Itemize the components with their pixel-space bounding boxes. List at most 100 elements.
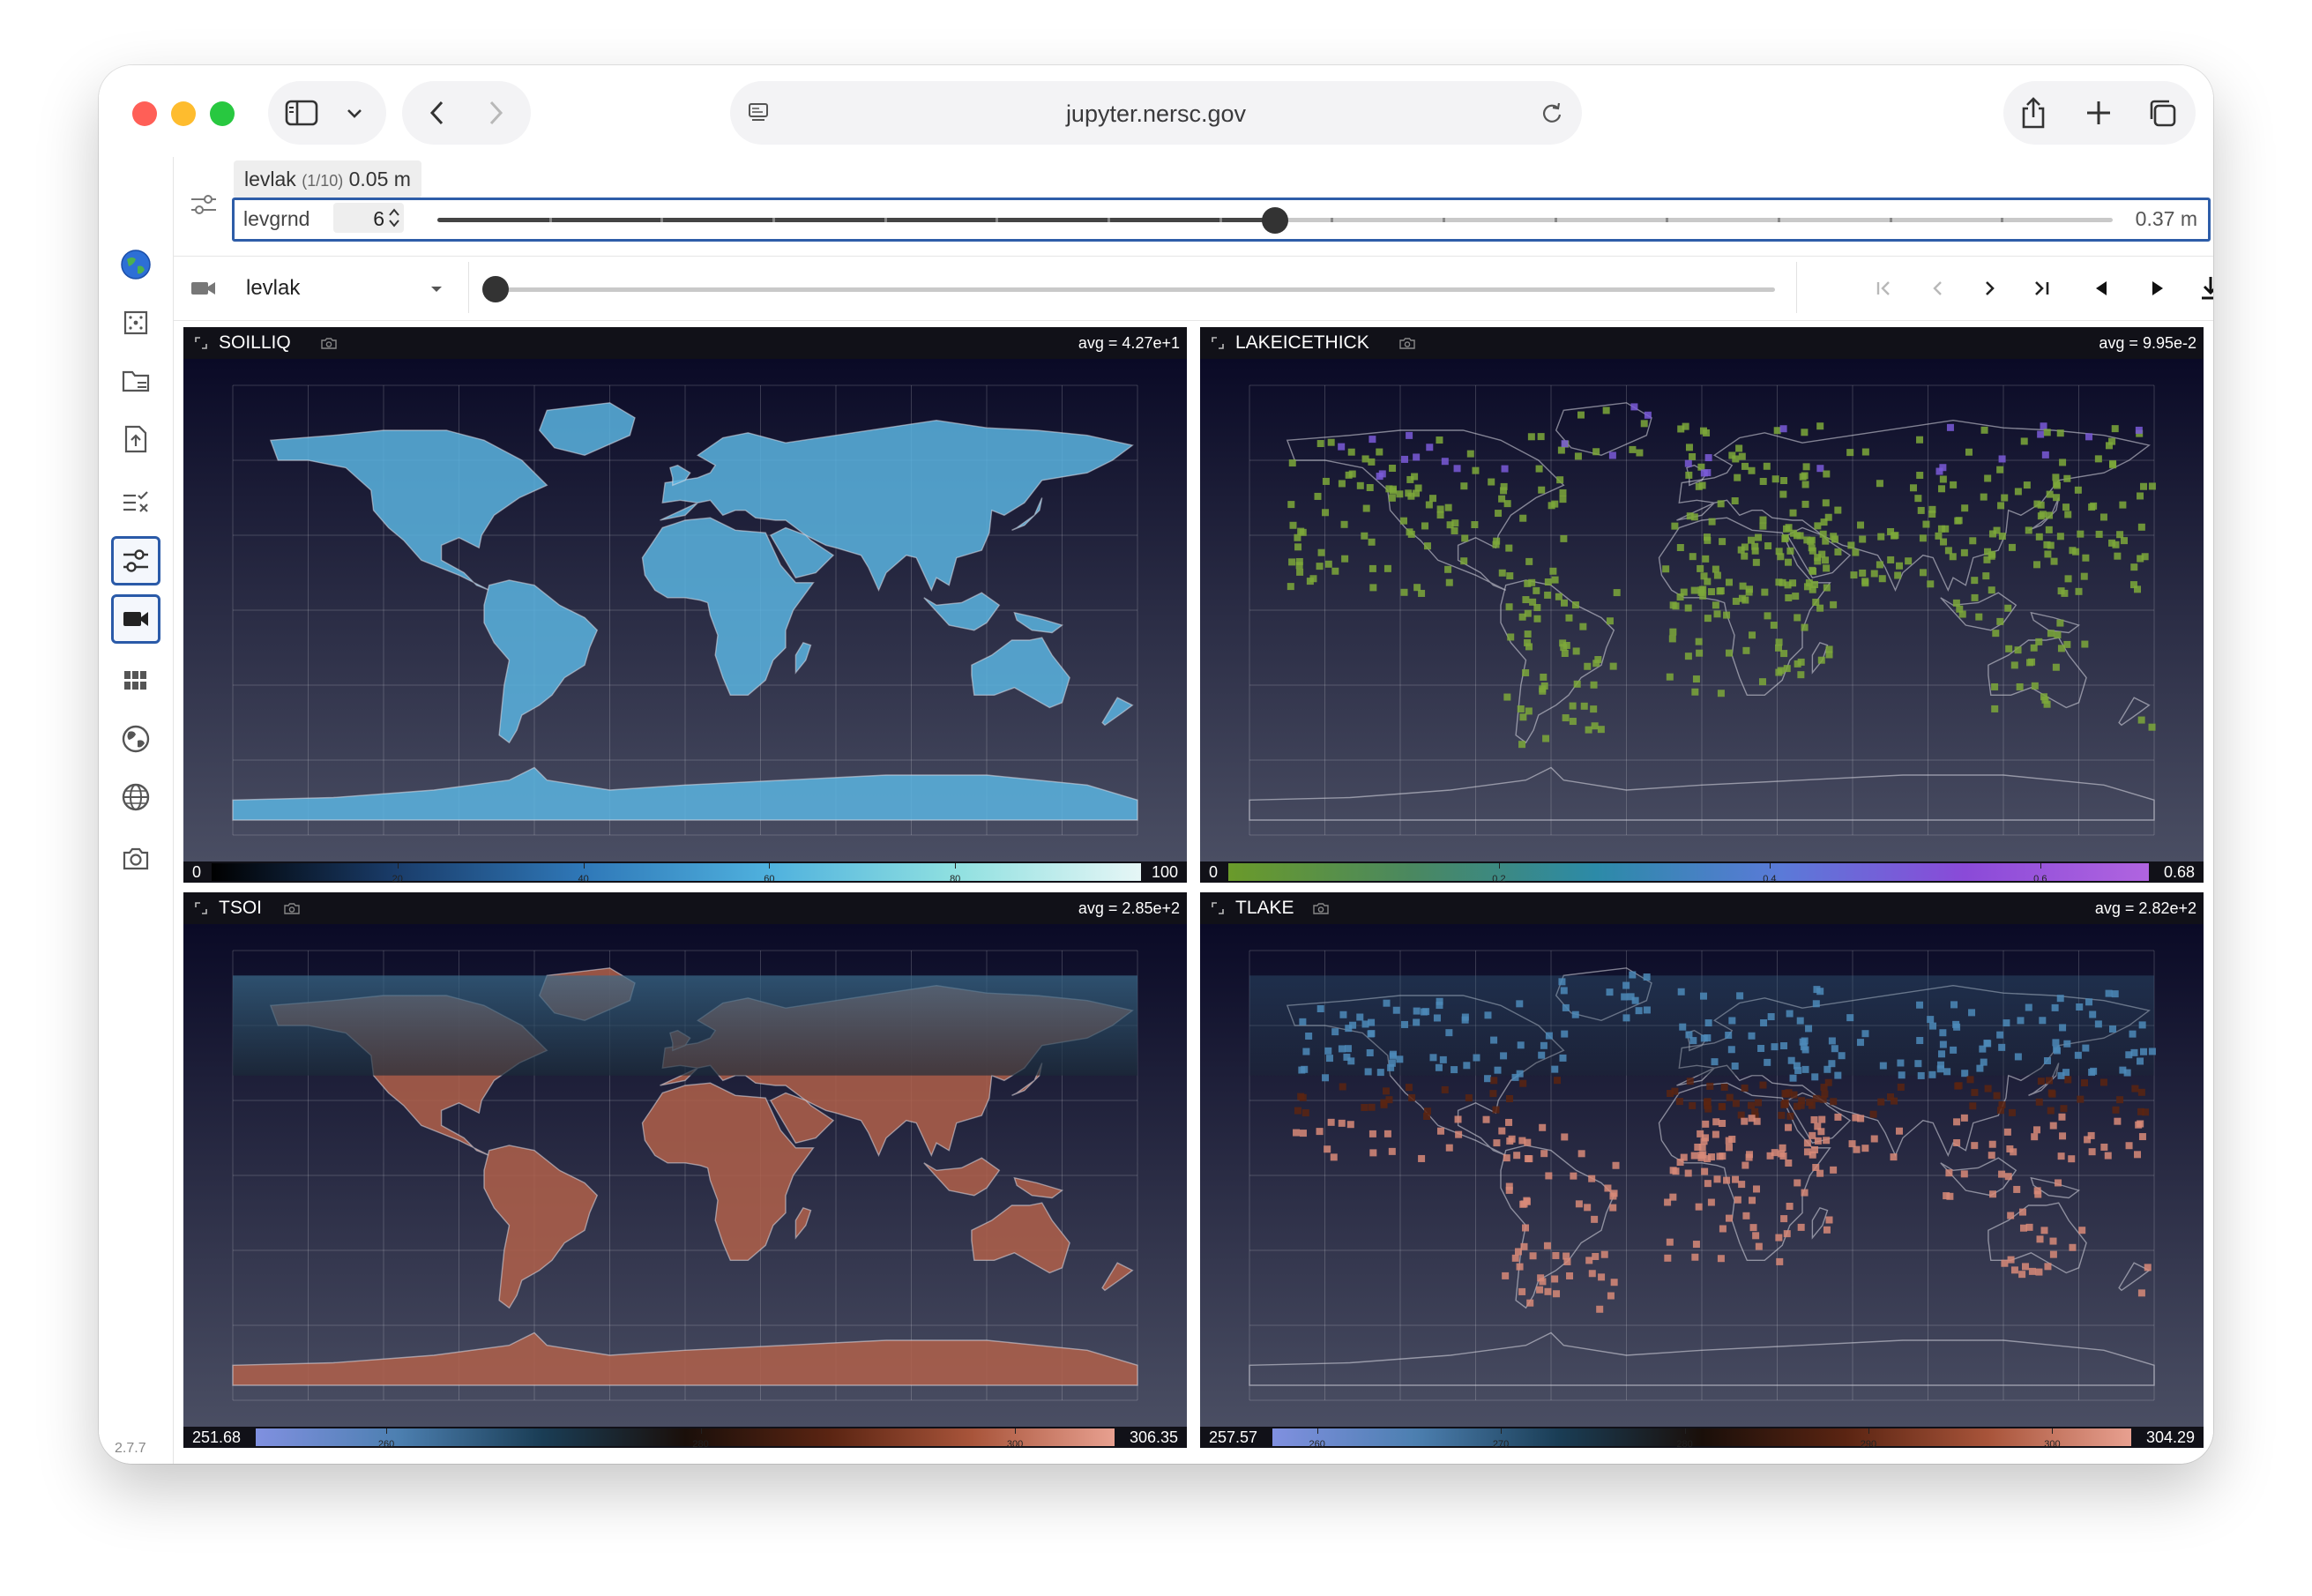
panel-screenshot-icon[interactable] <box>284 902 300 919</box>
lake-cell <box>1600 1250 1608 1258</box>
panel-screenshot-icon[interactable] <box>1313 902 1329 919</box>
variable-selection-icon[interactable] <box>111 478 160 527</box>
lake-cell <box>1821 1090 1829 1098</box>
minimize-window-button[interactable] <box>171 101 196 126</box>
expand-icon[interactable] <box>194 901 208 920</box>
lake-cell <box>1473 1054 1480 1062</box>
lake-cell <box>1435 1063 1443 1071</box>
lake-cell <box>1341 555 1349 563</box>
slider-tick <box>2001 218 2004 222</box>
lake-cell <box>2134 1151 2142 1159</box>
maximize-window-button[interactable] <box>210 101 235 126</box>
lake-cell <box>1400 588 1408 596</box>
reload-icon[interactable] <box>1536 97 1568 129</box>
file-upload-icon[interactable] <box>111 414 160 464</box>
globe-grid-icon[interactable] <box>111 772 160 822</box>
lake-cell <box>1322 477 1330 485</box>
play-forward-icon[interactable] <box>2140 271 2175 306</box>
select-caret-icon[interactable] <box>429 285 444 294</box>
address-bar[interactable]: jupyter.nersc.gov <box>730 81 1582 145</box>
next-frame-icon[interactable] <box>1973 271 2008 306</box>
lake-cell <box>1572 647 1580 655</box>
colorbar-tsoi: 251.68 306.35 260 280 300 <box>183 1427 1187 1450</box>
lake-cell <box>1575 1200 1583 1208</box>
slider-controls-icon[interactable] <box>111 536 160 585</box>
previous-frame-icon[interactable] <box>1920 271 1955 306</box>
expand-icon[interactable] <box>1211 336 1225 354</box>
lake-cell <box>2074 486 2082 494</box>
lake-cell <box>1861 448 1869 456</box>
lake-cell <box>1731 496 1739 504</box>
earth-logo-icon[interactable] <box>111 240 160 289</box>
lake-cell <box>1609 1204 1617 1212</box>
lake-cell <box>1812 598 1820 606</box>
grid-select-icon[interactable] <box>111 298 160 347</box>
lake-cell <box>2063 1040 2071 1048</box>
tab-overview-icon[interactable] <box>2141 92 2183 134</box>
lake-cell <box>1622 981 1630 989</box>
animation-slider-track[interactable] <box>491 287 1775 292</box>
colorbar-tick-label: 0.4 <box>1763 874 1777 884</box>
lake-cell <box>1942 525 1950 533</box>
panel-screenshot-icon[interactable] <box>1399 337 1415 354</box>
lake-cell <box>1484 1011 1492 1019</box>
lake-cell <box>2119 1066 2127 1074</box>
play-backward-icon[interactable] <box>2084 271 2119 306</box>
animation-slider-thumb[interactable] <box>482 276 509 302</box>
forward-arrow-icon[interactable] <box>478 95 513 131</box>
expand-icon[interactable] <box>194 336 208 354</box>
animation-dimension-select[interactable]: levlak <box>246 276 300 301</box>
new-tab-icon[interactable] <box>2077 92 2120 134</box>
slider-tick <box>1666 218 1669 222</box>
lake-cell <box>1667 1090 1674 1098</box>
screenshot-camera-icon[interactable] <box>111 834 160 884</box>
layout-grid-icon[interactable] <box>111 656 160 705</box>
sidebar-toggle-group <box>268 81 386 145</box>
lake-cell <box>1792 593 1800 600</box>
close-window-button[interactable] <box>132 101 157 126</box>
colorbar-tick-label: 0.6 <box>2033 874 2047 884</box>
sidebar-toggle-icon[interactable] <box>284 97 319 129</box>
lake-cell <box>1767 1013 1775 1021</box>
lake-cell <box>2002 1019 2010 1027</box>
stepper-arrows-icon[interactable] <box>388 207 400 228</box>
dimension-settings-icon[interactable] <box>186 187 221 222</box>
expand-icon[interactable] <box>1211 901 1225 920</box>
chevron-down-icon[interactable] <box>337 101 372 127</box>
lake-cell <box>1676 1159 1684 1167</box>
lake-cell <box>1916 1037 1924 1045</box>
globe-projection-icon[interactable] <box>111 714 160 764</box>
levgrnd-slider-thumb[interactable] <box>1262 207 1288 234</box>
lake-cell <box>1953 1118 1961 1126</box>
lake-cell <box>2094 455 2102 463</box>
levlak-dimension-header[interactable]: levlak (1/10) 0.05 m <box>234 160 421 198</box>
download-icon[interactable] <box>2193 271 2213 306</box>
first-frame-icon[interactable] <box>1867 271 1902 306</box>
lake-cell <box>2053 1045 2061 1053</box>
lake-cell <box>1825 651 1833 659</box>
levgrnd-stepper[interactable]: 6 <box>333 203 404 233</box>
last-frame-icon[interactable] <box>2024 271 2059 306</box>
lake-cell <box>1813 986 1821 994</box>
video-camera-icon[interactable] <box>111 594 160 644</box>
colorbar-tick-label: 20 <box>392 874 403 884</box>
lake-cell <box>1861 1030 1869 1038</box>
folder-icon[interactable] <box>111 356 160 406</box>
lake-cell <box>1984 1085 1992 1093</box>
back-arrow-icon[interactable] <box>420 95 455 131</box>
lake-cell <box>1998 455 2006 463</box>
levgrnd-slider-track[interactable] <box>437 207 2113 234</box>
lake-cell <box>1392 1006 1400 1014</box>
lake-cell <box>2138 1021 2146 1029</box>
share-icon[interactable] <box>2012 92 2055 134</box>
lake-cell <box>1421 1008 1428 1016</box>
lake-cell <box>1725 578 1733 586</box>
lake-cell <box>1302 1048 1310 1055</box>
lake-cell <box>1288 558 1296 566</box>
lake-cell <box>1664 1254 1672 1262</box>
lake-cell <box>2105 442 2113 450</box>
panel-screenshot-icon[interactable] <box>321 337 337 354</box>
lake-cell <box>1676 593 1684 601</box>
lake-cell <box>1525 557 1533 565</box>
lake-cell <box>1822 556 1830 564</box>
